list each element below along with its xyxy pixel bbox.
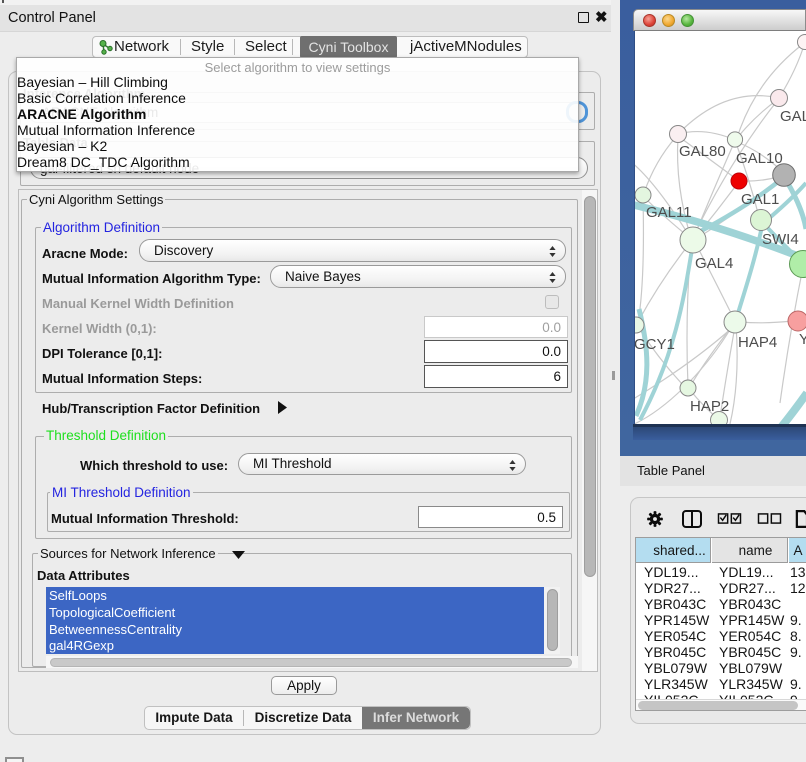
svg-text:Y: Y xyxy=(799,331,806,348)
svg-text:GAL8: GAL8 xyxy=(780,108,806,125)
svg-text:GAL80: GAL80 xyxy=(679,143,726,160)
svg-text:HAP2: HAP2 xyxy=(690,398,729,415)
svg-text:HAP4: HAP4 xyxy=(738,334,777,351)
svg-text:SWI4: SWI4 xyxy=(762,231,799,248)
svg-text:GAL10: GAL10 xyxy=(736,150,783,167)
svg-text:GAL4: GAL4 xyxy=(695,255,733,272)
svg-text:GAL11: GAL11 xyxy=(646,204,692,221)
svg-text:GAL1: GAL1 xyxy=(741,191,779,208)
svg-text:GCY1: GCY1 xyxy=(635,336,675,353)
